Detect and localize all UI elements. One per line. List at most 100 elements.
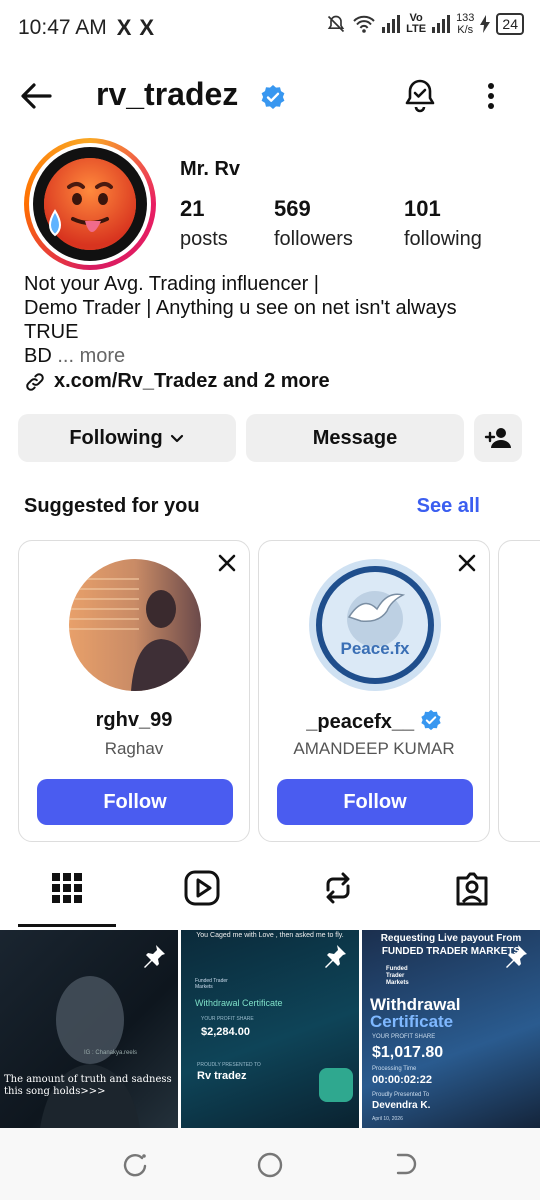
status-bar: 10:47 AM X X Vo LTE 133 K/s 24: [0, 0, 540, 56]
certificate-presented-label: Proudly Presented To: [372, 1092, 430, 1098]
bio-line: Demo Trader | Anything u see on net isn'…: [24, 297, 457, 319]
see-all-link[interactable]: See all: [417, 495, 480, 518]
reposts-tab-icon[interactable]: [318, 868, 358, 908]
suggested-card-peek[interactable]: [498, 540, 540, 842]
following-stat[interactable]: 101 following: [404, 196, 482, 251]
recent-apps-icon[interactable]: [120, 1150, 150, 1180]
profile-header: rv_tradez: [0, 66, 540, 126]
following-button[interactable]: Following: [18, 414, 236, 462]
display-name: Mr. Rv: [180, 158, 241, 180]
mute-notifications-icon: [327, 15, 345, 33]
close-icon[interactable]: [457, 553, 477, 573]
profile-bio: Not your Avg. Trading influencer | Demo …: [24, 272, 524, 368]
profile-avatar[interactable]: [24, 138, 156, 270]
close-icon[interactable]: [217, 553, 237, 573]
message-button[interactable]: Message: [246, 414, 464, 462]
signal-icon: [432, 15, 451, 33]
suggested-fullname: Raghav: [104, 739, 164, 758]
certificate-recipient: Rv tradez: [197, 1070, 247, 1082]
follow-button[interactable]: Follow: [277, 779, 473, 825]
volte-indicator: Vo LTE: [406, 12, 427, 35]
peacefx-logo: [316, 566, 434, 684]
bio-line: BD: [24, 345, 52, 367]
active-tab-indicator: [18, 924, 116, 927]
pin-icon: [506, 945, 527, 968]
reels-tab-icon[interactable]: [182, 868, 222, 908]
followers-stat[interactable]: 569 followers: [274, 196, 353, 251]
following-label: following: [404, 228, 482, 250]
home-icon[interactable]: [255, 1150, 285, 1180]
back-arrow-icon[interactable]: [18, 78, 54, 114]
post-thumbnail[interactable]: IG : Chanakya.reels The amount of truth …: [0, 930, 178, 1128]
post-watermark: IG : Chanakya.reels: [84, 1050, 138, 1056]
back-icon[interactable]: [390, 1150, 420, 1180]
post-caption: The amount of truth and sadness this son…: [4, 1074, 172, 1097]
signal-icon: [382, 15, 401, 33]
post-top-text: You Caged me with Love , then asked me t…: [196, 932, 344, 939]
certificate-amount: $1,017.80: [372, 1044, 444, 1061]
verified-badge-icon: [261, 85, 285, 109]
certificate-brand: Funded Trader Markets: [195, 978, 228, 990]
certificate-profit-label: YOUR PROFIT SHARE: [372, 1034, 436, 1040]
profile-links[interactable]: x.com/Rv_Tradez and 2 more: [24, 370, 330, 393]
x-app-icon: X: [116, 15, 132, 40]
certificate-brand: Funded Trader Markets: [386, 966, 409, 986]
following-count: 101: [404, 196, 441, 221]
followers-count: 569: [274, 196, 311, 221]
suggested-avatar[interactable]: [69, 559, 201, 691]
certificate-recipient: Devendra K.: [372, 1100, 431, 1111]
status-indicators: Vo LTE 133 K/s 24: [326, 12, 524, 36]
suggested-title: Suggested for you: [24, 495, 200, 517]
network-speed: 133 K/s: [456, 12, 475, 36]
suggested-username[interactable]: _peacefx__: [306, 711, 414, 733]
certificate-processing-label: Processing Time: [372, 1066, 417, 1072]
posts-label: posts: [180, 228, 228, 250]
follow-button[interactable]: Follow: [37, 779, 233, 825]
suggested-fullname: AMANDEEP KUMAR: [293, 739, 455, 758]
link-text: x.com/Rv_Tradez and 2 more: [54, 370, 330, 392]
charging-icon: [480, 15, 491, 33]
followers-label: followers: [274, 228, 353, 250]
grid-tab-icon[interactable]: [47, 868, 87, 908]
posts-stat[interactable]: 21 posts: [180, 196, 228, 251]
certificate-title: Withdrawal Certificate: [195, 998, 283, 1008]
certificate-processing-time: 00:00:02:22: [372, 1074, 432, 1086]
post-thumbnail[interactable]: Requesting Live payout From FUNDED TRADE…: [362, 930, 540, 1128]
chevron-down-icon: [170, 434, 183, 443]
funded-logo-badge: [319, 1068, 353, 1102]
wifi-icon: [353, 15, 375, 33]
certificate-amount: $2,284.00: [201, 1026, 250, 1038]
peacefx-logo-text: Peace.fx: [340, 639, 410, 658]
bio-line: Not your Avg. Trading influencer |: [24, 273, 319, 295]
suggested-card[interactable]: Peace.fx _peacefx__ AMANDEEP KUMAR Follo…: [258, 540, 490, 842]
x-app-icon: X: [139, 15, 155, 40]
certificate-title: Withdrawal Certificate: [370, 995, 461, 1031]
posts-count: 21: [180, 196, 205, 221]
following-button-label: Following: [69, 426, 163, 449]
bio-more-link[interactable]: ... more: [57, 345, 125, 367]
suggested-card[interactable]: rghv_99 Raghav Follow: [18, 540, 250, 842]
more-options-icon[interactable]: [476, 80, 506, 112]
suggested-username[interactable]: rghv_99: [19, 709, 249, 732]
status-time: 10:47 AM: [18, 16, 107, 39]
pin-icon: [144, 945, 165, 968]
hot-face-emoji-icon: [44, 158, 136, 250]
link-icon: [26, 372, 44, 391]
tagged-tab-icon[interactable]: [452, 868, 492, 908]
bio-line: TRUE: [24, 321, 79, 343]
pin-icon: [325, 945, 346, 968]
add-person-icon: [484, 428, 511, 448]
system-navigation-bar: [0, 1128, 540, 1200]
profile-username: rv_tradez: [96, 76, 239, 112]
certificate-profit-label: YOUR PROFIT SHARE: [201, 1016, 254, 1022]
suggested-avatar[interactable]: Peace.fx: [309, 559, 441, 691]
posts-grid: IG : Chanakya.reels The amount of truth …: [0, 930, 540, 1128]
battery-indicator: 24: [496, 13, 524, 35]
suggested-username-row: _peacefx__: [259, 709, 489, 734]
post-thumbnail[interactable]: You Caged me with Love , then asked me t…: [181, 930, 359, 1128]
person-silhouette-photo: [69, 559, 201, 691]
suggest-people-button[interactable]: [474, 414, 522, 462]
certificate-presented-label: PROUDLY PRESENTED TO: [197, 1062, 261, 1068]
notification-bell-icon[interactable]: [400, 76, 440, 116]
certificate-date: April 10, 2026: [372, 1116, 403, 1122]
